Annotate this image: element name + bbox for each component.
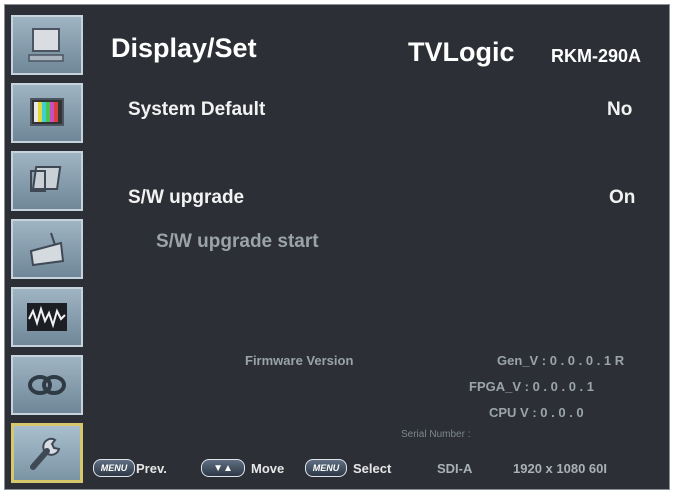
firmware-fpga-version: FPGA_V : 0 . 0 . 0 . 1: [469, 379, 594, 394]
display-tilt-icon: [30, 166, 62, 192]
menu-button-select[interactable]: MENU: [305, 459, 347, 477]
firmware-cpu-version: CPU V : 0 . 0 . 0: [489, 405, 584, 420]
setting-label-sw-upgrade[interactable]: S/W upgrade: [128, 187, 244, 209]
color-bars-icon: [30, 98, 64, 126]
setting-label-system-default[interactable]: System Default: [128, 99, 265, 121]
sidebar-item-display[interactable]: [11, 15, 83, 75]
link-icon: [28, 375, 66, 395]
status-bar: MENU Prev. ▼▲ Move MENU Select SDI-A 192…: [91, 451, 671, 487]
firmware-gen-version: Gen_V : 0 . 0 . 0 . 1 R: [497, 353, 625, 368]
page-title: Display/Set: [111, 33, 257, 63]
sidebar-item-link[interactable]: [11, 355, 83, 415]
resolution: 1920 x 1080 60I: [513, 461, 607, 476]
move-label: Move: [251, 461, 285, 476]
osd-menu: Display/Set TVLogic RKM-290A System Defa…: [4, 4, 670, 490]
brand-name: TVLogic: [408, 37, 515, 67]
setting-label-sw-upgrade-start[interactable]: S/W upgrade start: [156, 231, 319, 253]
sidebar-item-marker[interactable]: [11, 151, 83, 211]
sidebar-item-audio[interactable]: [11, 219, 83, 279]
sidebar-item-scope[interactable]: [11, 287, 83, 347]
input-source: SDI-A: [437, 461, 473, 476]
menu-button-prev[interactable]: MENU: [93, 459, 135, 477]
serial-number-label: Serial Number :: [401, 429, 471, 440]
firmware-version-label: Firmware Version: [245, 353, 354, 368]
prev-label: Prev.: [136, 461, 167, 476]
move-arrows-button[interactable]: ▼▲: [201, 459, 245, 477]
sidebar: [11, 15, 87, 491]
model-name: RKM-290A: [551, 46, 642, 66]
tv-antenna-icon: [29, 232, 65, 267]
monitor-icon: [28, 28, 64, 62]
sidebar-item-color[interactable]: [11, 83, 83, 143]
setting-value-sw-upgrade[interactable]: On: [609, 187, 635, 209]
select-label: Select: [353, 461, 392, 476]
setting-value-system-default[interactable]: No: [607, 99, 632, 121]
waveform-icon: [27, 303, 67, 331]
wrench-icon: [30, 437, 61, 470]
sidebar-item-system[interactable]: [11, 423, 83, 483]
main-panel: Display/Set TVLogic RKM-290A System Defa…: [91, 9, 671, 491]
